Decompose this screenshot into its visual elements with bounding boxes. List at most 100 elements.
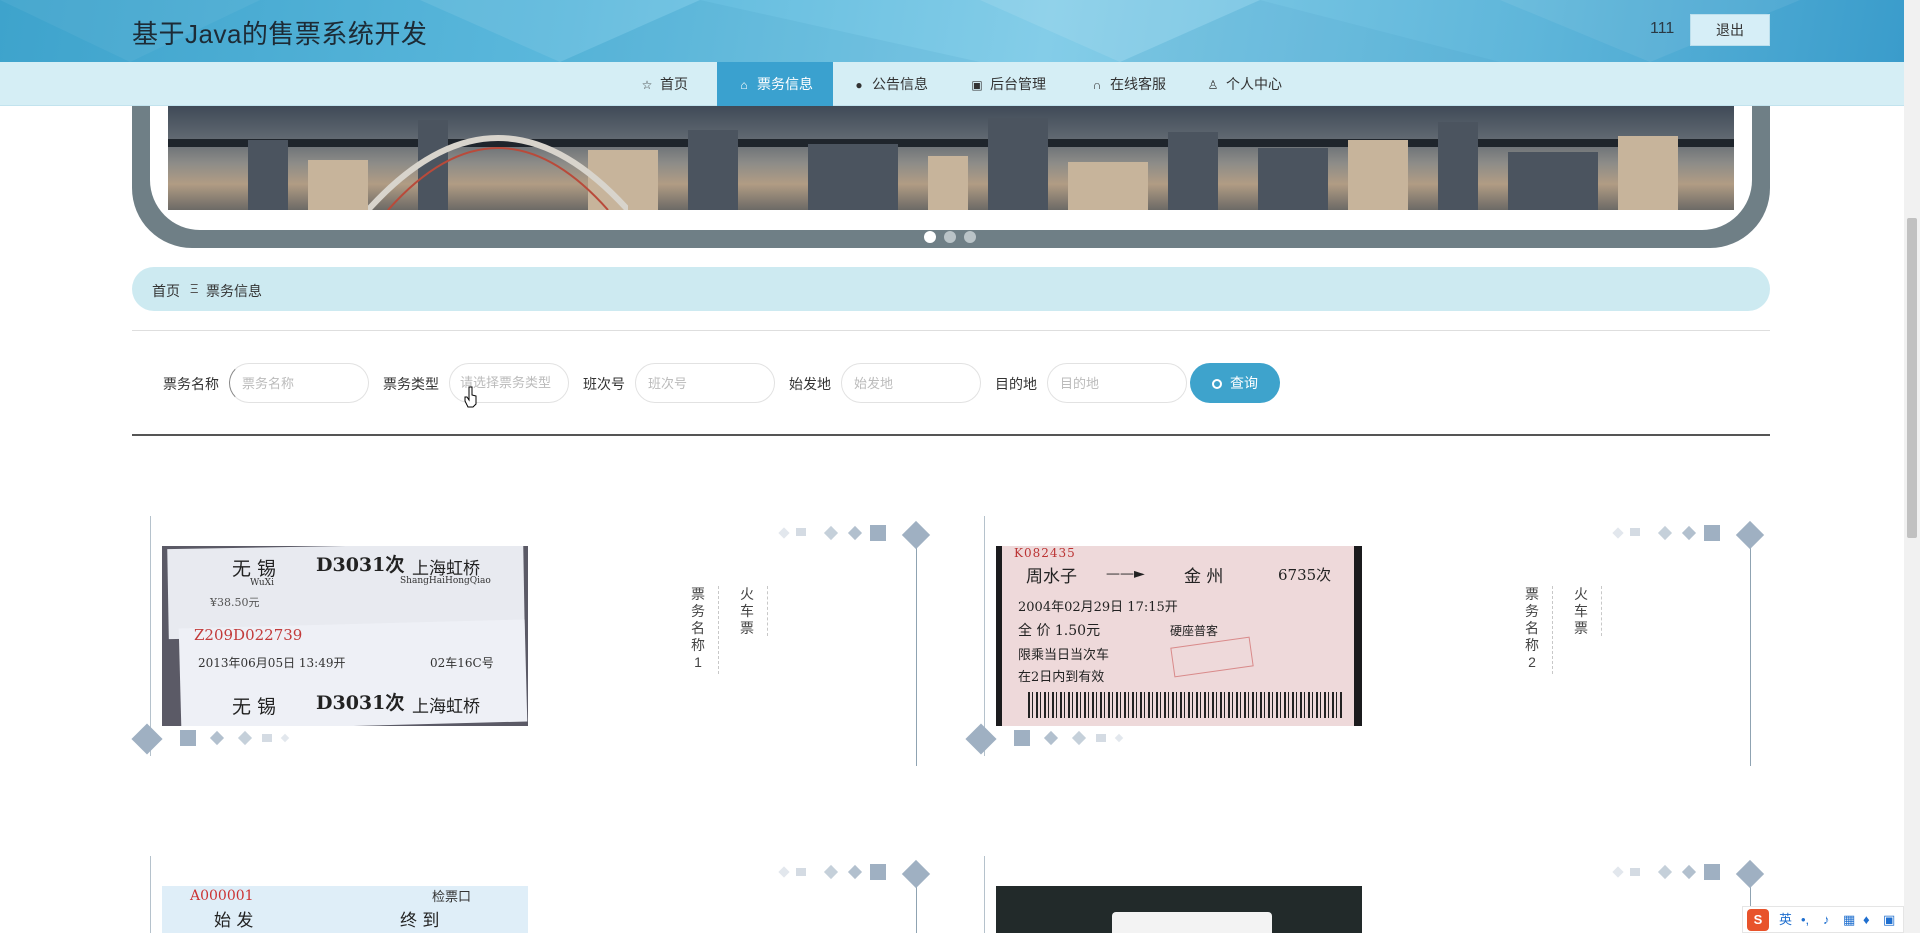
diamond-decoration bbox=[901, 520, 931, 550]
diamond-decoration bbox=[1612, 527, 1624, 539]
search-button-label: 查询 bbox=[1230, 375, 1258, 391]
breadcrumb: 首页 Ξ 票务信息 bbox=[132, 267, 1770, 311]
to-input[interactable] bbox=[1047, 363, 1187, 403]
main-nav: ☆ 首页 ⌂ 票务信息 ● 公告信息 ▣ 后台管理 ∩ 在线客服 ♙ 个人中心 bbox=[0, 62, 1904, 106]
top-header: 基于Java的售票系统开发 111 退出 bbox=[0, 0, 1904, 62]
building bbox=[1438, 122, 1478, 210]
building bbox=[928, 156, 968, 210]
ticket-from: 无 锡 bbox=[232, 696, 277, 718]
mouse-cursor-icon bbox=[464, 386, 477, 408]
ticket-card[interactable]: A000001 检票口 始 发 终 到 bbox=[132, 856, 932, 933]
ticket-gate: 检票口 bbox=[432, 890, 472, 905]
page: 基于Java的售票系统开发 111 退出 ☆ 首页 ⌂ 票务信息 ● 公告信息 ▣ 后台… bbox=[0, 0, 1920, 933]
building bbox=[1508, 152, 1598, 210]
ticket-image[interactable]: 无 锡 D3031次 上海虹桥 WuXi ShangHaiHongQiao ¥3… bbox=[162, 546, 528, 726]
nav-item-tickets[interactable]: ⌂ 票务信息 bbox=[717, 62, 833, 106]
building bbox=[688, 130, 738, 210]
ticket-from: 周水子 bbox=[1026, 567, 1077, 587]
from-input[interactable] bbox=[841, 363, 981, 403]
grid-menu-icon[interactable]: ▣ bbox=[1883, 907, 1895, 932]
punctuation-icon[interactable]: •, bbox=[1801, 907, 1809, 932]
ticket-price: ¥38.50元 bbox=[210, 596, 260, 609]
briefcase-icon: ▣ bbox=[971, 78, 983, 92]
ticket-seat-type: 硬座普客 bbox=[1170, 624, 1219, 638]
nav-item-admin[interactable]: ▣ 后台管理 bbox=[958, 62, 1058, 106]
user-icon: ♙ bbox=[1207, 78, 1219, 92]
microphone-icon[interactable]: ♪ bbox=[1823, 907, 1830, 932]
ticket-paper bbox=[1112, 912, 1272, 933]
ticket-type: 火车票 bbox=[1574, 586, 1588, 636]
nav-item-notices[interactable]: ● 公告信息 bbox=[842, 62, 938, 106]
ticket-to-pinyin: ShangHaiHongQiao bbox=[400, 576, 491, 586]
ticket-to: 终 到 bbox=[400, 911, 440, 931]
divider bbox=[718, 586, 719, 674]
ticket-code: A000001 bbox=[190, 888, 254, 904]
breadcrumb-current: 票务信息 bbox=[206, 283, 262, 299]
search-button[interactable]: 查询 bbox=[1190, 363, 1280, 403]
diamond-decoration bbox=[778, 527, 790, 539]
carousel-dot[interactable] bbox=[924, 231, 936, 243]
keyboard-icon[interactable]: ▦ bbox=[1843, 907, 1855, 932]
diamond-decoration bbox=[131, 723, 163, 755]
site-title: 基于Java的售票系统开发 bbox=[132, 19, 428, 49]
nav-item-profile[interactable]: ♙ 个人中心 bbox=[1194, 62, 1294, 106]
diamond-decoration bbox=[1681, 864, 1697, 880]
nav-item-label: 公告信息 bbox=[872, 76, 928, 92]
diamond-decoration bbox=[1114, 733, 1124, 743]
square-decoration bbox=[1630, 528, 1640, 536]
divider bbox=[767, 586, 768, 636]
sogou-logo-icon[interactable]: S bbox=[1747, 909, 1769, 931]
ticket-note: 限乘当日当次车 bbox=[1018, 648, 1110, 663]
divider bbox=[1601, 586, 1602, 636]
banner-image bbox=[168, 106, 1734, 210]
ticket-name[interactable]: 票务名称1 bbox=[690, 586, 706, 671]
square-decoration bbox=[180, 730, 196, 746]
ticket-image[interactable] bbox=[996, 886, 1362, 933]
barcode bbox=[1028, 692, 1344, 718]
nav-item-home[interactable]: ☆ 首页 bbox=[614, 62, 714, 106]
ticket-from: 无 锡 bbox=[232, 558, 277, 580]
diamond-decoration bbox=[823, 864, 839, 880]
ticket-image[interactable]: A000001 检票口 始 发 终 到 bbox=[162, 886, 528, 933]
skin-icon[interactable]: ♦ bbox=[1863, 907, 1870, 932]
building bbox=[1348, 140, 1408, 210]
building bbox=[1068, 162, 1148, 210]
carousel-dot[interactable] bbox=[944, 231, 956, 243]
square-decoration bbox=[1630, 868, 1640, 876]
ticket-note: 在2日内到有效 bbox=[1018, 670, 1105, 685]
headset-icon: ∩ bbox=[1092, 78, 1102, 92]
ticket-card[interactable]: K082435 周水子 ——► 金 州 6735次 2004年02月29日 17… bbox=[965, 516, 1766, 816]
card-border bbox=[150, 516, 151, 756]
diamond-decoration bbox=[901, 859, 931, 889]
ticket-name[interactable]: 票务名称2 bbox=[1524, 586, 1540, 671]
card-border bbox=[984, 516, 985, 756]
ticket-date: 2013年06月05日 13:49开 bbox=[198, 656, 346, 670]
ticket-date: 2004年02月29日 17:15开 bbox=[1018, 600, 1178, 615]
carousel-dot[interactable] bbox=[964, 231, 976, 243]
ime-lang-toggle[interactable]: 英 bbox=[1779, 907, 1792, 932]
diamond-decoration bbox=[1657, 864, 1673, 880]
breadcrumb-home[interactable]: 首页 bbox=[152, 281, 180, 301]
logout-button[interactable]: 退出 bbox=[1690, 14, 1770, 46]
ticket-train: D3031次 bbox=[316, 692, 405, 714]
ticket-serial: Z209D022739 bbox=[194, 626, 303, 644]
username-label: 111 bbox=[1650, 20, 1675, 37]
ticket-image[interactable]: K082435 周水子 ——► 金 州 6735次 2004年02月29日 17… bbox=[996, 546, 1362, 726]
nav-item-label: 后台管理 bbox=[990, 76, 1046, 92]
ticket-seat: 02车16C号 bbox=[430, 656, 494, 670]
square-decoration bbox=[870, 864, 886, 880]
square-decoration bbox=[1704, 864, 1720, 880]
scrollbar-thumb[interactable] bbox=[1907, 218, 1917, 538]
ticket-price: 全 价 1.50元 bbox=[1018, 623, 1101, 639]
ticket-card[interactable] bbox=[966, 856, 1766, 933]
divider bbox=[1552, 586, 1553, 674]
name-input[interactable] bbox=[229, 363, 369, 403]
building bbox=[1168, 132, 1218, 210]
ticket-card[interactable]: 无 锡 D3031次 上海虹桥 WuXi ShangHaiHongQiao ¥3… bbox=[131, 516, 932, 816]
ticket-train: 6735次 bbox=[1278, 566, 1332, 584]
name-label: 票务名称 bbox=[163, 376, 219, 392]
diamond-decoration bbox=[1612, 866, 1624, 878]
card-border bbox=[150, 856, 151, 933]
nav-item-support[interactable]: ∩ 在线客服 bbox=[1078, 62, 1178, 106]
number-input[interactable] bbox=[635, 363, 775, 403]
